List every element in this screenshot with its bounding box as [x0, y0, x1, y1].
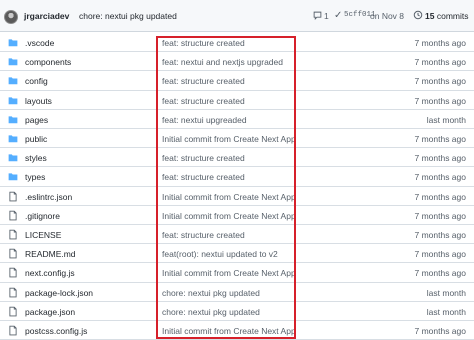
- file-commit-age: 7 months ago: [414, 38, 466, 48]
- commits-label: commits: [436, 11, 469, 21]
- file-name[interactable]: next.config.js: [25, 268, 75, 278]
- file-icon: [9, 287, 17, 297]
- file-commit-age: 7 months ago: [414, 230, 466, 240]
- commit-author[interactable]: jrgarciadev: [24, 11, 69, 21]
- file-row[interactable]: types feat: structure created 7 months ago: [0, 167, 474, 187]
- file-commit-message[interactable]: feat: structure created: [162, 153, 245, 163]
- folder-icon: [8, 154, 18, 162]
- file-row[interactable]: README.md feat(root): nextui updated to v…: [0, 244, 474, 264]
- file-commit-age: 7 months ago: [414, 172, 466, 183]
- file-icon: [9, 268, 17, 278]
- folder-icon: [8, 116, 18, 124]
- file-commit-message[interactable]: chore: nextui pkg updated: [162, 288, 260, 298]
- file-commit-age: 7 months ago: [414, 249, 466, 260]
- file-name[interactable]: README.md: [25, 249, 76, 259]
- commit-date: on Nov 8: [370, 11, 405, 21]
- comment-icon[interactable]: [313, 11, 322, 20]
- file-commit-message[interactable]: chore: nextui pkg updated: [162, 307, 260, 317]
- folder-icon: [8, 39, 18, 47]
- commit-message[interactable]: chore: nextui pkg updated: [79, 11, 177, 21]
- file-row[interactable]: layouts feat: structure created 7 months a…: [0, 91, 474, 110]
- file-commit-age: last month: [426, 114, 466, 125]
- file-name[interactable]: package.json: [25, 307, 75, 317]
- file-name[interactable]: .eslintrc.json: [25, 192, 72, 202]
- file-row[interactable]: package-lock.json chore: nextui pkg updat…: [0, 283, 474, 302]
- history-icon[interactable]: [413, 10, 423, 20]
- file-row[interactable]: LICENSE feat: structure created 7 months a…: [0, 225, 474, 245]
- file-commit-message[interactable]: Initial commit from Create Next App: [162, 192, 296, 202]
- folder-icon: [8, 58, 18, 66]
- file-name[interactable]: config: [25, 76, 48, 86]
- file-commit-message[interactable]: feat: structure created: [162, 230, 245, 240]
- file-name[interactable]: postcss.config.js: [25, 326, 87, 336]
- file-row[interactable]: .eslintrc.json Initial commit from Create…: [0, 187, 474, 206]
- file-name[interactable]: package-lock.json: [25, 288, 93, 298]
- file-commit-age: last month: [426, 306, 466, 317]
- file-icon: [9, 229, 17, 240]
- check-icon: ✓: [334, 10, 343, 21]
- file-name[interactable]: .vscode: [25, 38, 54, 48]
- file-commit-message[interactable]: Initial commit from Create Next App: [162, 211, 296, 221]
- file-commit-age: 7 months ago: [414, 134, 466, 144]
- file-name[interactable]: .gitignore: [25, 211, 60, 221]
- file-row[interactable]: public Initial commit from Create Next Ap…: [0, 129, 474, 149]
- file-name[interactable]: components: [25, 57, 71, 67]
- file-name[interactable]: LICENSE: [25, 230, 61, 240]
- folder-icon: [8, 173, 18, 181]
- file-commit-age: 7 months ago: [414, 57, 466, 68]
- folder-icon: [8, 135, 18, 143]
- comment-count[interactable]: 1: [324, 11, 329, 21]
- file-icon: [9, 248, 17, 259]
- file-commit-age: 7 months ago: [414, 76, 466, 87]
- file-commit-age: last month: [426, 287, 466, 298]
- file-row[interactable]: styles feat: structure created 7 months ag…: [0, 148, 474, 168]
- file-row[interactable]: components feat: nextui and nextjs upgrad…: [0, 52, 474, 72]
- file-row[interactable]: package.json chore: nextui pkg updated las…: [0, 302, 474, 321]
- file-commit-age: 7 months ago: [414, 191, 466, 202]
- file-name[interactable]: pages: [25, 115, 48, 125]
- file-commit-message[interactable]: Initial commit from Create Next App: [162, 134, 296, 144]
- file-commit-message[interactable]: feat: structure created: [162, 76, 245, 86]
- commits-count: 15: [425, 11, 435, 21]
- file-name[interactable]: styles: [25, 153, 47, 163]
- avatar[interactable]: [4, 10, 18, 24]
- file-icon: [9, 306, 17, 317]
- file-row[interactable]: next.config.js Initial commit from Create…: [0, 263, 474, 283]
- file-commit-message[interactable]: feat: nextui upgreaded: [162, 115, 247, 125]
- file-name[interactable]: public: [25, 134, 47, 144]
- file-commit-age: 7 months ago: [414, 326, 466, 336]
- file-name[interactable]: layouts: [25, 96, 52, 106]
- folder-icon: [8, 96, 18, 104]
- file-commit-age: 7 months ago: [414, 95, 466, 106]
- file-browser: jrgarciadev chore: nextui pkg updated 1 …: [0, 0, 474, 340]
- file-commit-message[interactable]: feat: nextui and nextjs upgraded: [162, 57, 283, 67]
- file-row[interactable]: .gitignore Initial commit from Create Nex…: [0, 206, 474, 225]
- folder-icon: [8, 77, 18, 85]
- file-row[interactable]: postcss.config.js Initial commit from Cre…: [0, 321, 474, 340]
- file-commit-message[interactable]: Initial commit from Create Next App: [162, 326, 296, 336]
- file-name[interactable]: types: [25, 172, 45, 182]
- latest-commit-bar: jrgarciadev chore: nextui pkg updated 1 …: [0, 0, 474, 32]
- file-commit-message[interactable]: feat(root): nextui updated to v2: [162, 249, 278, 259]
- file-commit-message[interactable]: feat: structure created: [162, 38, 245, 48]
- commits-link[interactable]: 15 commits: [425, 11, 468, 21]
- file-commit-message[interactable]: feat: structure created: [162, 172, 245, 182]
- file-commit-age: 7 months ago: [414, 210, 466, 221]
- file-commit-message[interactable]: feat: structure created: [162, 96, 245, 106]
- file-icon: [9, 325, 17, 336]
- file-icon: [9, 210, 17, 221]
- file-row[interactable]: config feat: structure created 7 months ag…: [0, 71, 474, 91]
- file-row[interactable]: .vscode feat: structure created 7 months a…: [0, 33, 474, 53]
- file-commit-message[interactable]: Initial commit from Create Next App: [162, 268, 296, 278]
- file-icon: [9, 191, 17, 201]
- file-commit-age: 7 months ago: [414, 153, 466, 164]
- file-commit-age: 7 months ago: [414, 268, 466, 279]
- file-row[interactable]: pages feat: nextui upgreaded last month: [0, 110, 474, 129]
